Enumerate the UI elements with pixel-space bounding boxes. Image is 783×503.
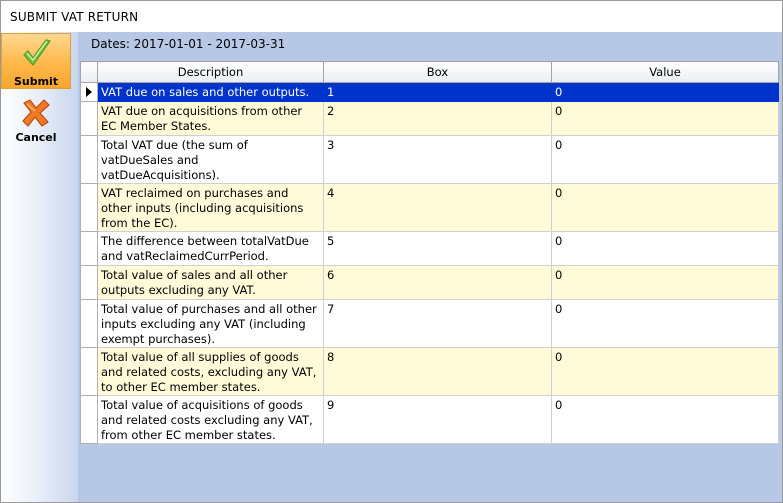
date-range: Dates: 2017-01-01 - 2017-03-31 <box>91 37 286 51</box>
current-row-arrow-icon <box>86 87 92 97</box>
vat-return-grid[interactable]: Description Box Value VAT due on sales a… <box>80 61 782 502</box>
description-cell[interactable]: Total value of sales and all other outpu… <box>97 265 324 300</box>
box-cell[interactable]: 8 <box>323 347 552 396</box>
description-cell[interactable]: The difference between totalVatDue and v… <box>97 231 324 266</box>
x-icon <box>22 99 50 127</box>
column-header-description[interactable]: Description <box>97 61 324 83</box>
row-selector[interactable] <box>80 135 98 184</box>
box-cell[interactable]: 3 <box>323 135 552 184</box>
description-cell[interactable]: VAT due on sales and other outputs. <box>97 82 324 102</box>
table-row[interactable]: VAT reclaimed on purchases and other inp… <box>80 183 779 232</box>
description-cell[interactable]: Total value of purchases and all other i… <box>97 299 324 348</box>
box-cell[interactable]: 5 <box>323 231 552 266</box>
box-cell[interactable]: 2 <box>323 101 552 136</box>
submit-label: Submit <box>13 75 59 88</box>
value-cell[interactable]: 0 <box>551 82 779 102</box>
box-cell[interactable]: 7 <box>323 299 552 348</box>
table-row[interactable]: Total value of acquisitions of goods and… <box>80 395 779 444</box>
value-cell[interactable]: 0 <box>551 265 779 300</box>
description-cell[interactable]: VAT reclaimed on purchases and other inp… <box>97 183 324 232</box>
table-row[interactable]: VAT due on sales and other outputs. 1 0 <box>80 82 779 102</box>
cancel-label: Cancel <box>15 131 57 144</box>
row-selector[interactable] <box>80 395 98 444</box>
title-bar: SUBMIT VAT RETURN <box>1 1 782 32</box>
row-selector[interactable] <box>80 82 98 102</box>
row-selector[interactable] <box>80 265 98 300</box>
main-panel: Dates: 2017-01-01 - 2017-03-31 Descripti… <box>78 32 782 502</box>
cancel-button[interactable]: Cancel <box>1 93 71 149</box>
box-cell[interactable]: 4 <box>323 183 552 232</box>
box-cell[interactable]: 6 <box>323 265 552 300</box>
value-cell[interactable]: 0 <box>551 135 779 184</box>
action-sidebar: Submit Cancel <box>1 32 78 502</box>
row-selector[interactable] <box>80 231 98 266</box>
description-cell[interactable]: Total VAT due (the sum of vatDueSales an… <box>97 135 324 184</box>
table-row[interactable]: Total VAT due (the sum of vatDueSales an… <box>80 135 779 184</box>
vat-return-window: SUBMIT VAT RETURN Submit Cancel Dates: 2… <box>0 0 783 503</box>
description-cell[interactable]: Total value of all supplies of goods and… <box>97 347 324 396</box>
value-cell[interactable]: 0 <box>551 299 779 348</box>
row-selector[interactable] <box>80 101 98 136</box>
description-cell[interactable]: VAT due on acquisitions from other EC Me… <box>97 101 324 136</box>
row-selector[interactable] <box>80 347 98 396</box>
window-title: SUBMIT VAT RETURN <box>10 10 139 24</box>
value-cell[interactable]: 0 <box>551 183 779 232</box>
row-header-corner <box>80 61 98 83</box>
checkmark-icon <box>23 39 51 66</box>
header-row: Description Box Value <box>80 61 779 83</box>
row-selector[interactable] <box>80 183 98 232</box>
value-cell[interactable]: 0 <box>551 231 779 266</box>
value-cell[interactable]: 0 <box>551 347 779 396</box>
value-cell[interactable]: 0 <box>551 395 779 444</box>
vat-table: Description Box Value VAT due on sales a… <box>80 61 779 444</box>
value-cell[interactable]: 0 <box>551 101 779 136</box>
table-row[interactable]: VAT due on acquisitions from other EC Me… <box>80 101 779 136</box>
box-cell[interactable]: 9 <box>323 395 552 444</box>
box-cell[interactable]: 1 <box>323 82 552 102</box>
submit-button[interactable]: Submit <box>1 33 71 89</box>
column-header-box[interactable]: Box <box>323 61 552 83</box>
row-selector[interactable] <box>80 299 98 348</box>
table-row[interactable]: Total value of sales and all other outpu… <box>80 265 779 300</box>
column-header-value[interactable]: Value <box>551 61 779 83</box>
table-row[interactable]: Total value of purchases and all other i… <box>80 299 779 348</box>
table-row[interactable]: The difference between totalVatDue and v… <box>80 231 779 266</box>
description-cell[interactable]: Total value of acquisitions of goods and… <box>97 395 324 444</box>
table-row[interactable]: Total value of all supplies of goods and… <box>80 347 779 396</box>
